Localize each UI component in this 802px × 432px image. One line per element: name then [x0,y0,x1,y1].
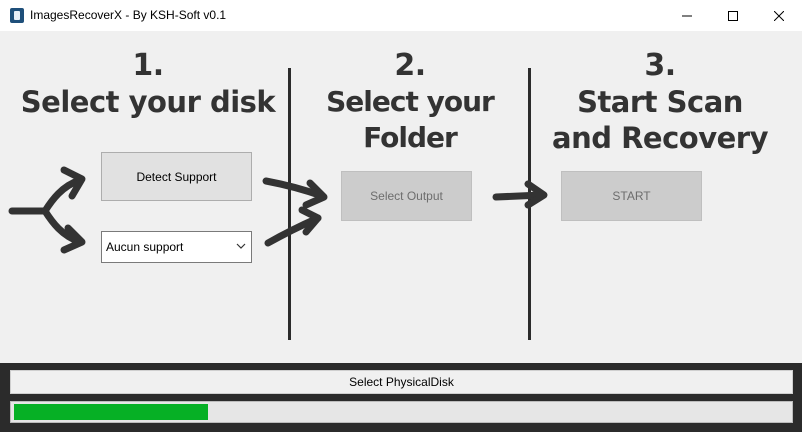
progress-bar [10,401,793,423]
status-label: Select PhysicalDisk [10,370,793,394]
start-button[interactable]: START [561,171,702,221]
progress-bar-fill [14,404,208,420]
chevron-down-icon [236,243,246,249]
app-window: ImagesRecoverX - By KSH-Soft v0.1 1. Sel… [0,0,802,432]
detect-support-button[interactable]: Detect Support [101,152,252,201]
select-output-button[interactable]: Select Output [341,171,472,221]
disk-select-value: Aucun support [106,240,184,254]
disk-select[interactable]: Aucun support [101,231,252,263]
